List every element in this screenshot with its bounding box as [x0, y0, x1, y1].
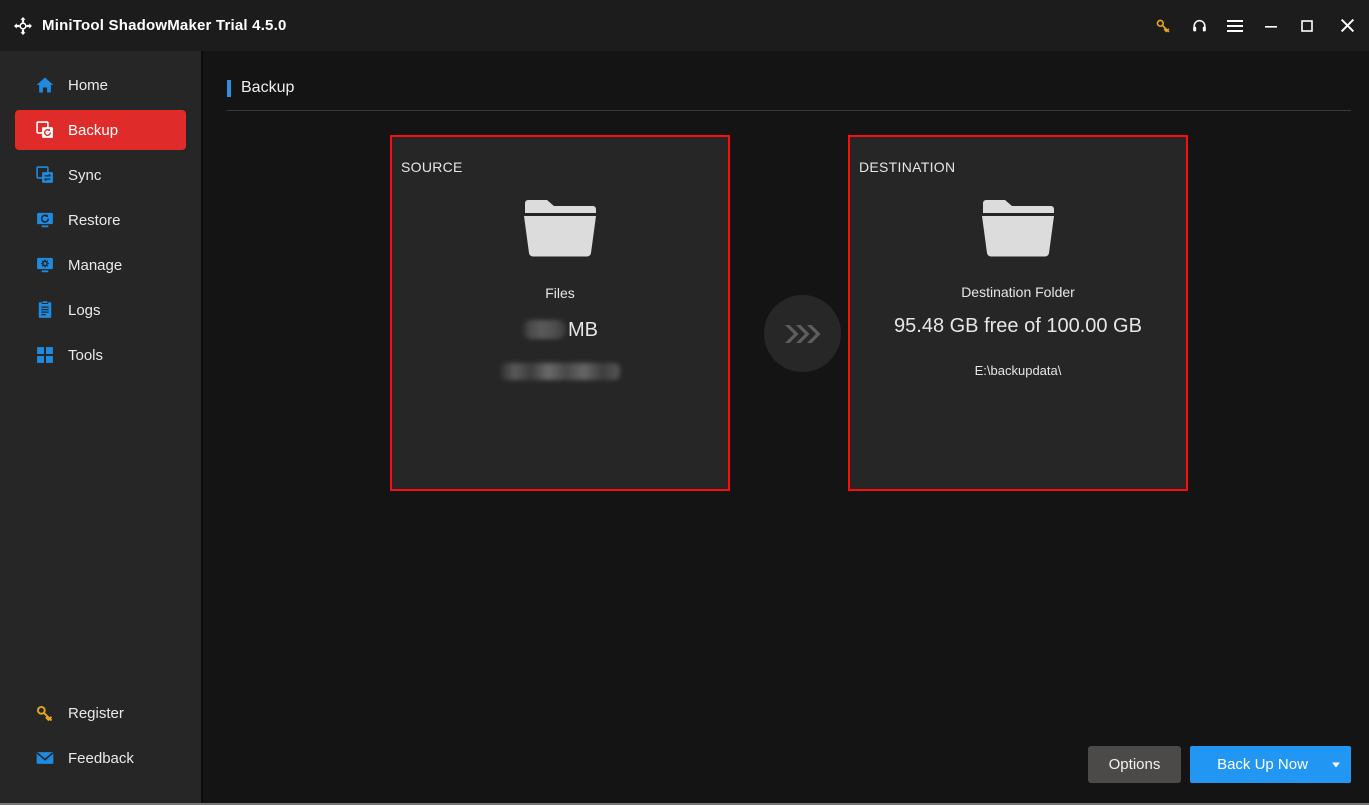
destination-name: Destination Folder — [961, 284, 1075, 300]
tools-icon — [34, 345, 55, 366]
folder-icon — [980, 196, 1056, 258]
sidebar-item-label: Restore — [68, 211, 121, 229]
key-icon[interactable] — [1145, 0, 1181, 51]
sidebar-item-register[interactable]: Register — [15, 693, 186, 733]
sidebar-item-label: Backup — [68, 121, 119, 139]
sidebar-item-label: Register — [68, 704, 124, 722]
sidebar-item-restore[interactable]: Restore — [15, 200, 186, 240]
minimize-icon[interactable] — [1253, 0, 1289, 51]
sidebar-item-label: Feedback — [68, 749, 134, 767]
application-window: MiniTool ShadowMaker Trial 4.5.0 Home Ba… — [0, 0, 1369, 805]
source-name: Files — [545, 285, 575, 301]
sidebar-item-home[interactable]: Home — [15, 65, 186, 105]
headset-icon[interactable] — [1181, 0, 1217, 51]
maximize-icon[interactable] — [1289, 0, 1325, 51]
page-title: Backup — [241, 79, 295, 96]
back-up-now-button[interactable]: Back Up Now — [1190, 746, 1351, 783]
source-size-redacted-value — [522, 320, 566, 339]
destination-panel-kicker: DESTINATION — [859, 159, 956, 175]
source-size: MB — [392, 319, 728, 342]
backup-panels: SOURCE Files MB DESTINATION Destination … — [203, 135, 1369, 495]
sidebar-bottom: Register Feedback — [0, 693, 201, 803]
refresh-circular-arrows-icon — [12, 15, 34, 37]
sidebar-item-label: Manage — [68, 256, 123, 274]
header-divider — [227, 110, 1351, 111]
page-title-accent-bar — [227, 79, 231, 97]
backup-icon — [34, 120, 55, 141]
source-panel[interactable]: SOURCE Files MB — [390, 135, 730, 491]
key-icon — [34, 703, 55, 724]
destination-panel[interactable]: DESTINATION Destination Folder 95.48 GB … — [848, 135, 1188, 491]
sidebar-item-label: Sync — [68, 166, 102, 184]
restore-icon — [34, 210, 55, 231]
action-bar: Options Back Up Now — [203, 746, 1369, 803]
sidebar-item-feedback[interactable]: Feedback — [15, 738, 186, 778]
window-title: MiniTool ShadowMaker Trial 4.5.0 — [42, 17, 287, 34]
sidebar-item-sync[interactable]: Sync — [15, 155, 186, 195]
title-bar-left: MiniTool ShadowMaker Trial 4.5.0 — [0, 15, 287, 37]
destination-path: E:\backupdata\ — [974, 363, 1062, 378]
folder-icon — [522, 196, 598, 258]
sidebar-item-label: Tools — [68, 346, 104, 364]
source-path — [392, 363, 728, 383]
triple-chevron-right-icon — [783, 323, 823, 345]
destination-capacity: 95.48 GB free of 100.00 GB — [894, 315, 1142, 337]
chevron-down-icon[interactable] — [1332, 762, 1340, 767]
page-header: Backup — [203, 51, 1369, 97]
title-bar: MiniTool ShadowMaker Trial 4.5.0 — [0, 0, 1369, 51]
sync-icon — [34, 165, 55, 186]
options-button[interactable]: Options — [1088, 746, 1181, 783]
close-icon[interactable] — [1325, 0, 1369, 51]
main-content: Backup SOURCE Files MB DESTINATION Desti… — [203, 51, 1369, 803]
source-size-unit: MB — [568, 319, 598, 341]
source-path-redacted-value — [500, 363, 620, 380]
sidebar-item-logs[interactable]: Logs — [15, 290, 186, 330]
source-panel-kicker: SOURCE — [401, 159, 463, 175]
envelope-icon — [34, 748, 55, 769]
sidebar-item-backup[interactable]: Backup — [15, 110, 186, 150]
sidebar: Home Backup Sync Restore Manage Logs Too… — [0, 51, 203, 803]
sidebar-item-manage[interactable]: Manage — [15, 245, 186, 285]
window-body: Home Backup Sync Restore Manage Logs Too… — [0, 51, 1369, 803]
sidebar-item-label: Logs — [68, 301, 101, 319]
back-up-now-label: Back Up Now — [1217, 756, 1308, 773]
transfer-indicator — [764, 295, 841, 372]
logs-icon — [34, 300, 55, 321]
home-icon — [34, 75, 55, 96]
manage-icon — [34, 255, 55, 276]
hamburger-menu-icon[interactable] — [1217, 0, 1253, 51]
title-bar-controls — [1145, 0, 1369, 51]
sidebar-item-label: Home — [68, 76, 109, 94]
sidebar-item-tools[interactable]: Tools — [15, 335, 186, 375]
